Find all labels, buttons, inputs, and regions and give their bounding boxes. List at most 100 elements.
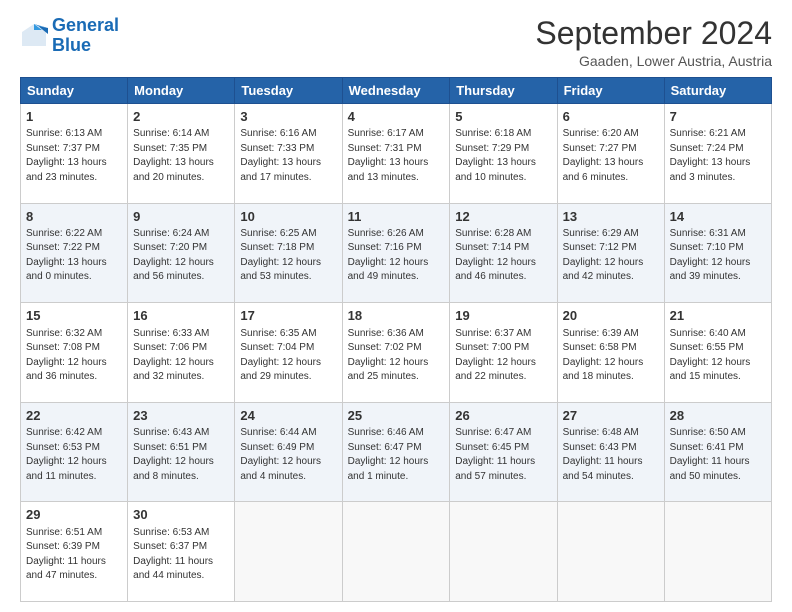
day-info: Sunrise: 6:42 AM Sunset: 6:53 PM Dayligh… [26,426,122,484]
day-number: 19 [455,307,551,325]
calendar-cell: 24Sunrise: 6:44 AM Sunset: 6:49 PM Dayli… [235,402,342,502]
day-number: 30 [133,506,229,524]
day-number: 15 [26,307,122,325]
logo-line1: General [52,15,119,35]
calendar-cell: 12Sunrise: 6:28 AM Sunset: 7:14 PM Dayli… [450,203,557,303]
header-day-friday: Friday [557,78,664,104]
calendar-cell: 3Sunrise: 6:16 AM Sunset: 7:33 PM Daylig… [235,104,342,204]
day-info: Sunrise: 6:29 AM Sunset: 7:12 PM Dayligh… [563,227,659,285]
calendar-table: SundayMondayTuesdayWednesdayThursdayFrid… [20,77,772,602]
day-info: Sunrise: 6:39 AM Sunset: 6:58 PM Dayligh… [563,327,659,385]
header-day-wednesday: Wednesday [342,78,450,104]
calendar-cell: 19 Sunrise: 6:37 AM Sunset: 7:00 PM Dayli… [450,303,557,403]
calendar-cell: 9Sunrise: 6:24 AM Sunset: 7:20 PM Daylig… [128,203,235,303]
day-number: 18 [348,307,445,325]
logo-text: General Blue [52,16,119,56]
calendar-cell [235,502,342,602]
calendar-cell: 15 Sunrise: 6:32 AM Sunset: 7:08 PM Dayli… [21,303,128,403]
day-number: 26 [455,407,551,425]
day-number: 17 [240,307,336,325]
day-number: 8 [26,208,122,226]
day-info: Sunrise: 6:22 AM Sunset: 7:22 PM Dayligh… [26,227,122,285]
day-info: Sunrise: 6:53 AM Sunset: 6:37 PM Dayligh… [133,526,229,584]
header: General Blue September 2024 Gaaden, Lowe… [20,16,772,69]
day-info: Sunrise: 6:32 AM Sunset: 7:08 PM Dayligh… [26,327,122,385]
day-number: 24 [240,407,336,425]
calendar-cell: 28Sunrise: 6:50 AM Sunset: 6:41 PM Dayli… [664,402,771,502]
logo-icon [20,22,48,50]
calendar-cell [342,502,450,602]
day-info: Sunrise: 6:20 AM Sunset: 7:27 PM Dayligh… [563,127,659,185]
calendar-cell: 23Sunrise: 6:43 AM Sunset: 6:51 PM Dayli… [128,402,235,502]
week-row-5: 29 Sunrise: 6:51 AM Sunset: 6:39 PM Dayli… [21,502,772,602]
day-info: Sunrise: 6:51 AM Sunset: 6:39 PM Dayligh… [26,526,122,584]
calendar-cell: 14Sunrise: 6:31 AM Sunset: 7:10 PM Dayli… [664,203,771,303]
calendar-header: SundayMondayTuesdayWednesdayThursdayFrid… [21,78,772,104]
day-number: 22 [26,407,122,425]
day-info: Sunrise: 6:31 AM Sunset: 7:10 PM Dayligh… [670,227,766,285]
day-info: Sunrise: 6:26 AM Sunset: 7:16 PM Dayligh… [348,227,445,285]
day-info: Sunrise: 6:50 AM Sunset: 6:41 PM Dayligh… [670,426,766,484]
calendar-cell: 22Sunrise: 6:42 AM Sunset: 6:53 PM Dayli… [21,402,128,502]
calendar-cell: 6Sunrise: 6:20 AM Sunset: 7:27 PM Daylig… [557,104,664,204]
day-number: 27 [563,407,659,425]
day-info: Sunrise: 6:48 AM Sunset: 6:43 PM Dayligh… [563,426,659,484]
calendar-cell: 5Sunrise: 6:18 AM Sunset: 7:29 PM Daylig… [450,104,557,204]
day-info: Sunrise: 6:40 AM Sunset: 6:55 PM Dayligh… [670,327,766,385]
calendar-cell: 2Sunrise: 6:14 AM Sunset: 7:35 PM Daylig… [128,104,235,204]
calendar-cell: 21 Sunrise: 6:40 AM Sunset: 6:55 PM Dayli… [664,303,771,403]
week-row-4: 22Sunrise: 6:42 AM Sunset: 6:53 PM Dayli… [21,402,772,502]
calendar-cell [664,502,771,602]
calendar-cell: 27Sunrise: 6:48 AM Sunset: 6:43 PM Dayli… [557,402,664,502]
day-info: Sunrise: 6:44 AM Sunset: 6:49 PM Dayligh… [240,426,336,484]
calendar-cell: 1Sunrise: 6:13 AM Sunset: 7:37 PM Daylig… [21,104,128,204]
day-info: Sunrise: 6:17 AM Sunset: 7:31 PM Dayligh… [348,127,445,185]
day-number: 6 [563,108,659,126]
header-day-sunday: Sunday [21,78,128,104]
day-number: 25 [348,407,445,425]
calendar-cell: 29 Sunrise: 6:51 AM Sunset: 6:39 PM Dayli… [21,502,128,602]
calendar-cell: 30 Sunrise: 6:53 AM Sunset: 6:37 PM Dayli… [128,502,235,602]
day-number: 23 [133,407,229,425]
day-number: 2 [133,108,229,126]
day-number: 5 [455,108,551,126]
day-number: 28 [670,407,766,425]
day-info: Sunrise: 6:37 AM Sunset: 7:00 PM Dayligh… [455,327,551,385]
day-number: 1 [26,108,122,126]
day-number: 29 [26,506,122,524]
calendar-cell: 26Sunrise: 6:47 AM Sunset: 6:45 PM Dayli… [450,402,557,502]
week-row-3: 15 Sunrise: 6:32 AM Sunset: 7:08 PM Dayli… [21,303,772,403]
day-number: 21 [670,307,766,325]
calendar-cell: 7Sunrise: 6:21 AM Sunset: 7:24 PM Daylig… [664,104,771,204]
header-day-tuesday: Tuesday [235,78,342,104]
day-info: Sunrise: 6:16 AM Sunset: 7:33 PM Dayligh… [240,127,336,185]
calendar-cell: 8Sunrise: 6:22 AM Sunset: 7:22 PM Daylig… [21,203,128,303]
calendar-cell [450,502,557,602]
calendar-cell [557,502,664,602]
day-number: 14 [670,208,766,226]
day-number: 11 [348,208,445,226]
day-info: Sunrise: 6:14 AM Sunset: 7:35 PM Dayligh… [133,127,229,185]
day-info: Sunrise: 6:47 AM Sunset: 6:45 PM Dayligh… [455,426,551,484]
day-number: 9 [133,208,229,226]
day-info: Sunrise: 6:21 AM Sunset: 7:24 PM Dayligh… [670,127,766,185]
calendar-cell: 13Sunrise: 6:29 AM Sunset: 7:12 PM Dayli… [557,203,664,303]
day-info: Sunrise: 6:28 AM Sunset: 7:14 PM Dayligh… [455,227,551,285]
day-number: 4 [348,108,445,126]
logo: General Blue [20,16,119,56]
logo-line2: Blue [52,36,119,56]
day-number: 13 [563,208,659,226]
header-day-thursday: Thursday [450,78,557,104]
main-title: September 2024 [535,16,772,51]
calendar-cell: 18Sunrise: 6:36 AM Sunset: 7:02 PM Dayli… [342,303,450,403]
calendar-cell: 10Sunrise: 6:25 AM Sunset: 7:18 PM Dayli… [235,203,342,303]
day-number: 3 [240,108,336,126]
calendar-cell: 4Sunrise: 6:17 AM Sunset: 7:31 PM Daylig… [342,104,450,204]
week-row-1: 1Sunrise: 6:13 AM Sunset: 7:37 PM Daylig… [21,104,772,204]
title-block: September 2024 Gaaden, Lower Austria, Au… [535,16,772,69]
day-info: Sunrise: 6:18 AM Sunset: 7:29 PM Dayligh… [455,127,551,185]
calendar-cell: 16Sunrise: 6:33 AM Sunset: 7:06 PM Dayli… [128,303,235,403]
day-info: Sunrise: 6:13 AM Sunset: 7:37 PM Dayligh… [26,127,122,185]
page: General Blue September 2024 Gaaden, Lowe… [0,0,792,612]
calendar-cell: 20Sunrise: 6:39 AM Sunset: 6:58 PM Dayli… [557,303,664,403]
